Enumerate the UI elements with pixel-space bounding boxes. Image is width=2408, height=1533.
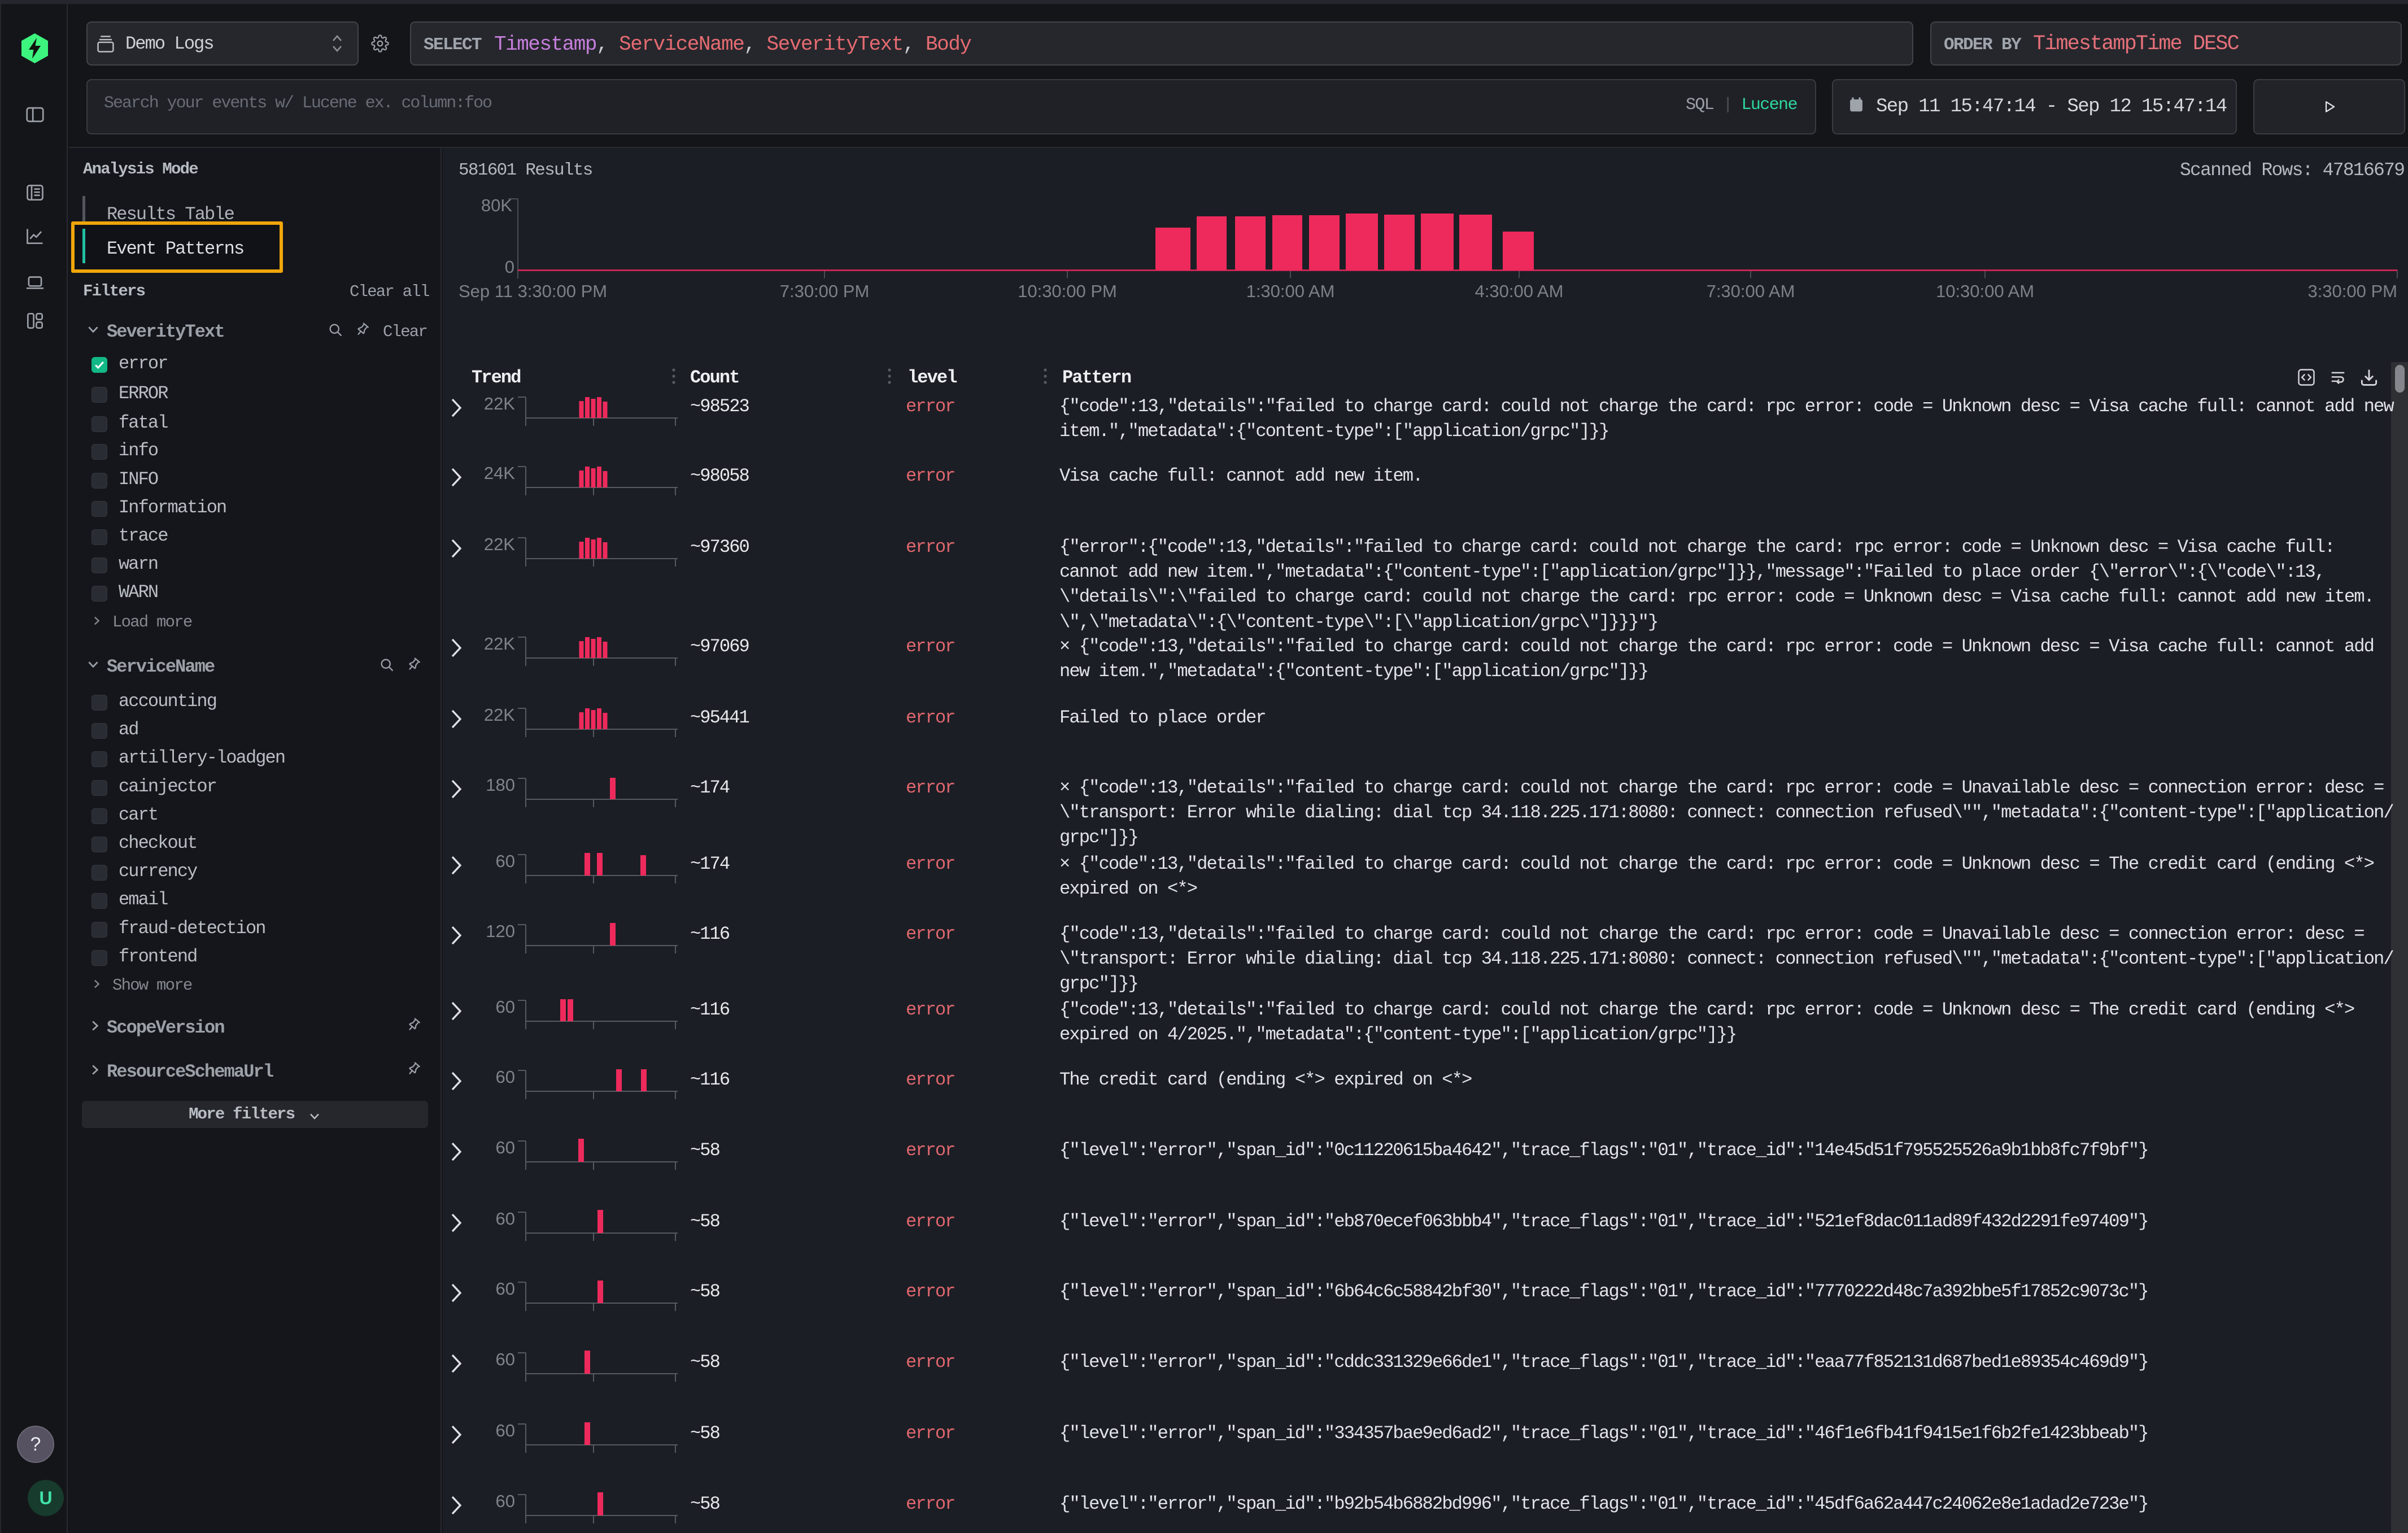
svg-text:7:30:00 AM: 7:30:00 AM	[1707, 281, 1795, 301]
svg-text:22K: 22K	[484, 705, 515, 725]
svg-text:4:30:00 AM: 4:30:00 AM	[1475, 281, 1564, 301]
svg-text:60: 60	[496, 997, 515, 1017]
svg-text:60: 60	[496, 1279, 515, 1299]
svg-text:Sep 11 3:30:00 PM: Sep 11 3:30:00 PM	[459, 281, 607, 301]
svg-text:80K: 80K	[481, 195, 512, 215]
svg-text:7:30:00 PM: 7:30:00 PM	[780, 281, 870, 301]
svg-text:1:30:00 AM: 1:30:00 AM	[1246, 281, 1335, 301]
svg-text:180: 180	[486, 775, 515, 795]
svg-text:60: 60	[496, 851, 515, 871]
svg-text:60: 60	[496, 1209, 515, 1229]
svg-text:22K: 22K	[484, 394, 515, 413]
svg-text:60: 60	[496, 1067, 515, 1087]
svg-text:24K: 24K	[484, 463, 515, 483]
svg-text:60: 60	[496, 1349, 515, 1369]
svg-text:22K: 22K	[484, 634, 515, 654]
svg-text:60: 60	[496, 1138, 515, 1157]
svg-text:60: 60	[496, 1491, 515, 1511]
svg-text:60: 60	[496, 1421, 515, 1440]
svg-text:120: 120	[486, 921, 515, 941]
svg-text:22K: 22K	[484, 534, 515, 554]
svg-text:10:30:00 AM: 10:30:00 AM	[1936, 281, 2034, 301]
svg-text:3:30:00 PM: 3:30:00 PM	[2307, 281, 2397, 301]
svg-text:10:30:00 PM: 10:30:00 PM	[1018, 281, 1117, 301]
svg-text:0: 0	[505, 257, 514, 277]
